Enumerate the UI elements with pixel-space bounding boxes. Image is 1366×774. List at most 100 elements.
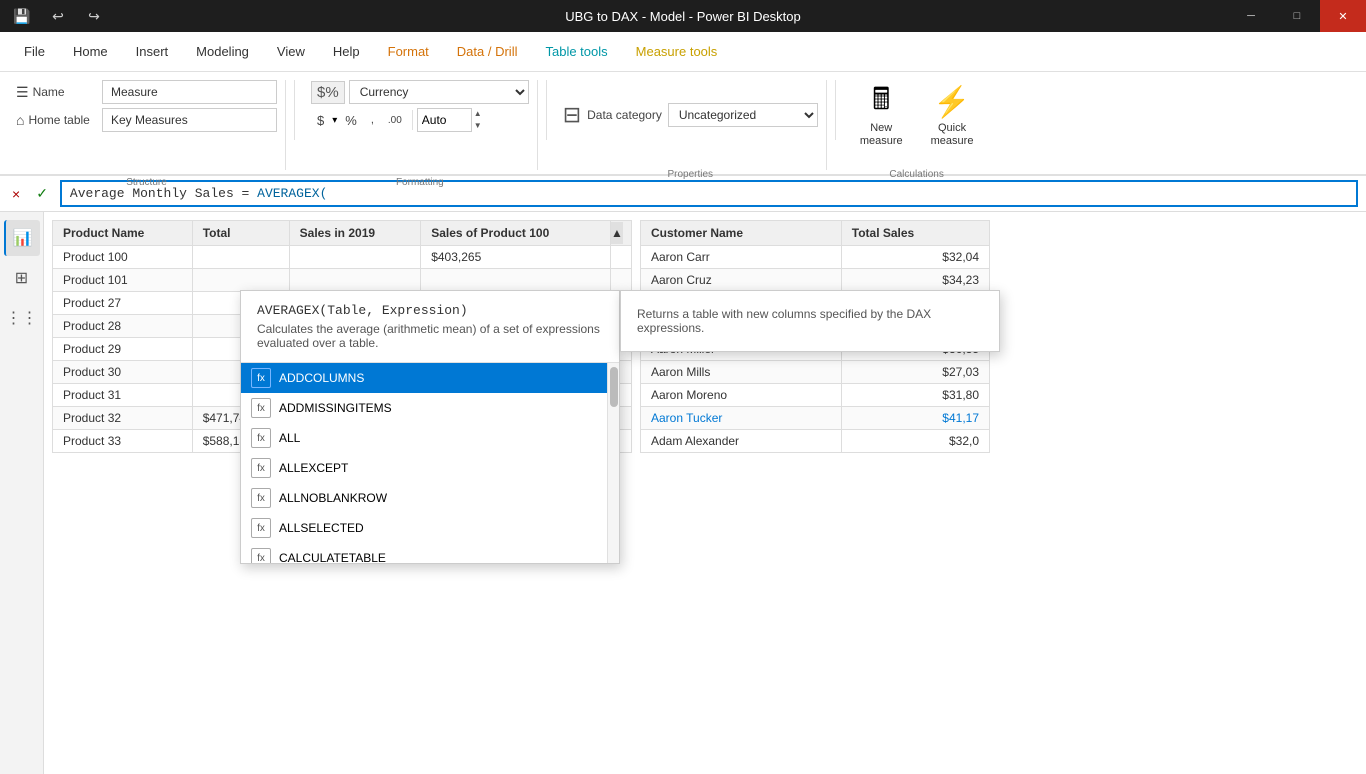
sidebar-icon-report[interactable]: 📊 [4,220,40,256]
ac-tooltip: AVERAGEX(Table, Expression) Calculates t… [241,291,619,363]
home-table-dropdown[interactable]: Key Measures [102,108,277,132]
formula-confirm-btn[interactable]: ✓ [32,183,52,204]
redo-icon[interactable]: ↪ [80,2,108,30]
menu-help[interactable]: Help [319,36,374,67]
dc-label: Data category [587,108,662,122]
dc-dropdown[interactable]: Uncategorized [668,103,818,127]
ac-item-calculatetable[interactable]: fx CALCULATETABLE [241,543,607,563]
main-area: 📊 ⊞ ⋮⋮ AVERAGEX(Table, Expression) Calcu… [0,212,1366,774]
name-input[interactable] [102,80,277,104]
home-table-row: ⌂ Home table Key Measures [16,108,277,132]
ac-tooltip-desc: Calculates the average (arithmetic mean)… [257,322,603,350]
menu-modeling[interactable]: Modeling [182,36,263,67]
product-name-cell: Product 100 [53,246,193,269]
dollar-btn[interactable]: $ [311,110,330,131]
title-bar: 💾 ↩ ↪ UBG to DAX - Model - Power BI Desk… [0,0,1366,32]
col-sales-2019: Sales in 2019 [289,221,421,246]
product-name-cell: Product 101 [53,269,193,292]
table-row: Product 100 $403,265 [53,246,632,269]
ac-label-addcolumns: ADDCOLUMNS [279,371,364,385]
menu-view[interactable]: View [263,36,319,67]
home-table-label: ⌂ Home table [16,112,96,128]
table-row: Aaron Carr $32,04 [641,246,990,269]
empty-cell [611,246,632,269]
ac-right-text: Returns a table with new columns specifi… [637,307,931,335]
save-icon[interactable]: 💾 [8,2,36,30]
calculations-label: Calculations [889,169,943,180]
ribbon-formatting-group: $% Currency $ ▾ % , .00 ▲ ▼ Formatting [303,80,538,170]
structure-label: Structure [126,177,167,188]
product-name-cell: Product 32 [53,407,193,430]
ac-right-panel: Returns a table with new columns specifi… [620,290,1000,352]
ac-item-allnoblankrow[interactable]: fx ALLNOBLANKROW [241,483,607,513]
dropdown-arrow[interactable]: ▾ [332,115,337,126]
product-name-cell: Product 28 [53,315,193,338]
formula-cancel-btn[interactable]: × [8,184,24,204]
percent-btn[interactable]: % [339,110,363,131]
fx-icon-allnoblankrow: fx [251,488,271,508]
formula-text: Average Monthly Sales = [70,186,257,201]
product-name-cell: Product 33 [53,430,193,453]
ac-item-all[interactable]: fx ALL [241,423,607,453]
ac-label-addmissingitems: ADDMISSINGITEMS [279,401,392,415]
fx-icon-addmissingitems: fx [251,398,271,418]
fx-icon-addcolumns: fx [251,368,271,388]
properties-label: Properties [667,169,713,180]
table-row: Aaron Tucker $41,17 [641,407,990,430]
menu-table-tools[interactable]: Table tools [531,36,621,67]
maximize-btn[interactable]: □ [1274,0,1320,32]
ac-item-allselected[interactable]: fx ALLSELECTED [241,513,607,543]
decimal-btn[interactable]: .00 [382,112,408,129]
quick-measure-btn[interactable]: ⚡ Quickmeasure [923,80,982,150]
divider-2 [546,80,547,140]
comma-btn[interactable]: , [365,111,380,129]
menu-home[interactable]: Home [59,36,122,67]
sales100-cell: $403,265 [421,246,611,269]
menu-insert[interactable]: Insert [122,36,183,67]
data-category-icon: ⊟ [563,102,581,128]
spinner[interactable]: ▲ ▼ [474,108,482,132]
fx-icon-all: fx [251,428,271,448]
fx-icon-calculatetable: fx [251,548,271,563]
spinner-up[interactable]: ▲ [474,108,482,120]
menu-bar: File Home Insert Modeling View Help Form… [0,32,1366,72]
spinner-down[interactable]: ▼ [474,120,482,132]
currency-dropdown[interactable]: Currency [349,80,529,104]
menu-data-drill[interactable]: Data / Drill [443,36,532,67]
ribbon-calculations-group: 🖩 Newmeasure ⚡ Quickmeasure Calculations [844,80,990,170]
ac-item-allexcept[interactable]: fx ALLEXCEPT [241,453,607,483]
menu-format[interactable]: Format [374,36,443,67]
name-label: ☰ Name [16,84,96,101]
undo-icon[interactable]: ↩ [44,2,72,30]
formatting-label: Formatting [396,177,444,188]
menu-file[interactable]: File [10,36,59,67]
table-row: Adam Alexander $32,0 [641,430,990,453]
app-title: UBG to DAX - Model - Power BI Desktop [565,9,801,24]
ac-item-addcolumns[interactable]: fx ADDCOLUMNS [241,363,607,393]
quick-measure-label: Quickmeasure [931,122,974,148]
new-measure-btn[interactable]: 🖩 Newmeasure [852,80,911,150]
ribbon-structure-group: ☰ Name ⌂ Home table Key Measures Structu… [8,80,286,170]
ribbon: ☰ Name ⌂ Home table Key Measures Structu… [0,72,1366,176]
product-name-cell: Product 30 [53,361,193,384]
sidebar-icon-model[interactable]: ⋮⋮ [4,300,40,336]
divider-3 [835,80,836,140]
close-btn[interactable]: ✕ [1320,0,1366,32]
sidebar-icon-data[interactable]: ⊞ [4,260,40,296]
ac-item-addmissingitems[interactable]: fx ADDMISSINGITEMS [241,393,607,423]
formula-bar: × ✓ Average Monthly Sales = AVERAGEX( [0,176,1366,212]
formula-input[interactable]: Average Monthly Sales = AVERAGEX( [60,180,1358,207]
new-measure-label: Newmeasure [860,122,903,148]
ac-label-calculatetable: CALCULATETABLE [279,551,386,563]
product-name-cell: Product 29 [53,338,193,361]
format-top: $% Currency [311,80,529,104]
menu-measure-tools[interactable]: Measure tools [622,36,732,67]
minimize-btn[interactable]: ─ [1228,0,1274,32]
auto-input[interactable] [417,108,472,132]
col-customer-name: Customer Name [641,221,842,246]
ac-scrollbar[interactable] [607,363,619,563]
quick-measure-icon: ⚡ [932,82,972,122]
content-area: AVERAGEX(Table, Expression) Calculates t… [44,212,1366,774]
formula-func: AVERAGEX( [257,186,327,201]
new-measure-icon: 🖩 [861,82,901,122]
